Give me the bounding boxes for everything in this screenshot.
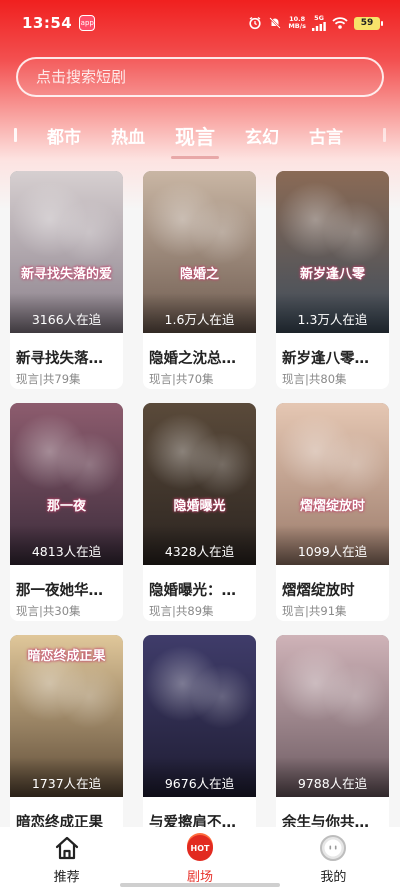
drama-meta: 现言|共70集 — [149, 372, 214, 386]
drama-card[interactable]: 隐婚之 1.6万人在追 隐婚之沈总… 现言|共70集 — [143, 171, 256, 389]
drama-card[interactable]: 那一夜 4813人在追 那一夜她华… 现言|共30集 — [10, 403, 123, 621]
follower-count: 1.6万人在追 — [164, 312, 235, 327]
drama-poster[interactable]: 隐婚曝光 4328人在追 — [143, 403, 256, 565]
drama-card[interactable]: 新岁逢八零 1.3万人在追 新岁逢八零… 现言|共80集 — [276, 171, 389, 389]
follower-count: 1737人在追 — [31, 776, 102, 791]
drama-title[interactable]: 新岁逢八零… — [276, 333, 389, 368]
app-notification-icon: app — [79, 15, 96, 31]
drama-grid: 新寻找失落的爱 3166人在追 新寻找失落… 现言|共79集 隐婚之 1.6万人… — [10, 171, 390, 853]
profile-icon[interactable] — [319, 834, 347, 862]
net-speed-unit: MB/s — [288, 22, 306, 30]
bottom-nav: 推荐 HOT 剧场 我的 — [0, 827, 400, 889]
drama-card[interactable]: 新寻找失落的爱 3166人在追 新寻找失落… 现言|共79集 — [10, 171, 123, 389]
search-bar[interactable] — [16, 57, 384, 97]
network-speed: 10.8 MB/s — [288, 16, 306, 30]
follower-count: 4813人在追 — [31, 544, 102, 559]
drama-meta: 现言|共91集 — [282, 604, 347, 618]
nav-label: 推荐 — [53, 870, 80, 885]
poster-title-art: 那一夜 — [46, 499, 86, 514]
follower-count: 9788人在追 — [297, 776, 368, 791]
signal-label: 5G — [314, 14, 324, 22]
poster-title-art: 隐婚之 — [179, 267, 219, 282]
drama-poster[interactable]: 那一夜 4813人在追 — [10, 403, 123, 565]
tab-guyan[interactable]: 古言 — [309, 123, 343, 148]
drama-title[interactable]: 新寻找失落… — [10, 333, 123, 368]
drama-card[interactable]: 熠熠绽放时 1099人在追 熠熠绽放时 现言|共91集 — [276, 403, 389, 621]
drama-poster[interactable]: 新岁逢八零 1.3万人在追 — [276, 171, 389, 333]
nav-item-recommend[interactable]: 推荐 — [0, 827, 133, 889]
poster-title-art: 新寻找失落的爱 — [20, 267, 112, 282]
nav-item-theater[interactable]: HOT 剧场 — [133, 827, 266, 889]
signal-bars-icon — [312, 22, 326, 31]
mute-icon — [269, 17, 282, 29]
follower-count: 1099人在追 — [297, 544, 368, 559]
nav-item-profile[interactable]: 我的 — [267, 827, 400, 889]
drama-poster[interactable]: 9788人在追 — [276, 635, 389, 797]
follower-count: 1.3万人在追 — [297, 312, 368, 327]
drama-poster[interactable]: 9676人在追 — [143, 635, 256, 797]
drama-poster[interactable]: 熠熠绽放时 1099人在追 — [276, 403, 389, 565]
follower-count: 3166人在追 — [31, 312, 102, 327]
category-tabs: 都市 热血 现言 玄幻 古言 — [0, 112, 400, 158]
drama-title[interactable]: 隐婚曝光：… — [143, 565, 256, 600]
drama-card[interactable]: 9676人在追 与爱擦肩不… — [143, 635, 256, 853]
home-icon[interactable] — [53, 834, 81, 862]
wifi-icon — [332, 17, 348, 29]
tabs-scroll-indicator-right — [383, 128, 386, 142]
drama-title[interactable]: 那一夜她华… — [10, 565, 123, 600]
home-indicator — [120, 883, 280, 887]
poster-title-art: 暗恋终成正果 — [27, 649, 106, 664]
hot-badge: HOT — [186, 835, 213, 861]
drama-poster[interactable]: 暗恋终成正果 1737人在追 — [10, 635, 123, 797]
drama-meta: 现言|共80集 — [282, 372, 347, 386]
drama-meta: 现言|共30集 — [16, 604, 81, 618]
poster-title-art: 隐婚曝光 — [173, 499, 226, 514]
drama-poster[interactable]: 新寻找失落的爱 3166人在追 — [10, 171, 123, 333]
drama-card[interactable]: 暗恋终成正果 1737人在追 暗恋终成正果 — [10, 635, 123, 853]
status-icons: 10.8 MB/s 5G 59 — [248, 15, 383, 31]
status-time: 13:54 — [22, 14, 73, 32]
drama-card[interactable]: 9788人在追 余生与你共… — [276, 635, 389, 853]
tab-rexue[interactable]: 热血 — [111, 123, 145, 148]
tabs-scroll-indicator-left — [14, 128, 17, 142]
battery-indicator: 59 — [354, 16, 383, 30]
tab-dushi[interactable]: 都市 — [47, 123, 81, 148]
search-input[interactable] — [36, 68, 382, 86]
nav-label: 我的 — [320, 870, 347, 885]
tab-xianyan[interactable]: 现言 — [175, 121, 215, 150]
hot-icon[interactable]: HOT — [186, 834, 214, 862]
drama-meta: 现言|共79集 — [16, 372, 81, 386]
drama-meta: 现言|共89集 — [149, 604, 214, 618]
drama-card[interactable]: 隐婚曝光 4328人在追 隐婚曝光：… 现言|共89集 — [143, 403, 256, 621]
follower-count: 4328人在追 — [164, 544, 235, 559]
poster-title-art: 新岁逢八零 — [299, 267, 365, 282]
drama-poster[interactable]: 隐婚之 1.6万人在追 — [143, 171, 256, 333]
drama-title[interactable]: 隐婚之沈总… — [143, 333, 256, 368]
follower-count: 9676人在追 — [164, 776, 235, 791]
poster-title-art: 熠熠绽放时 — [299, 499, 365, 514]
tab-xuanhuan[interactable]: 玄幻 — [245, 123, 279, 148]
alarm-icon — [249, 16, 261, 30]
status-bar: 13:54 app 10.8 MB/s 5G 59 — [0, 0, 400, 46]
drama-title[interactable]: 熠熠绽放时 — [276, 565, 389, 600]
signal-indicator: 5G — [312, 15, 326, 31]
